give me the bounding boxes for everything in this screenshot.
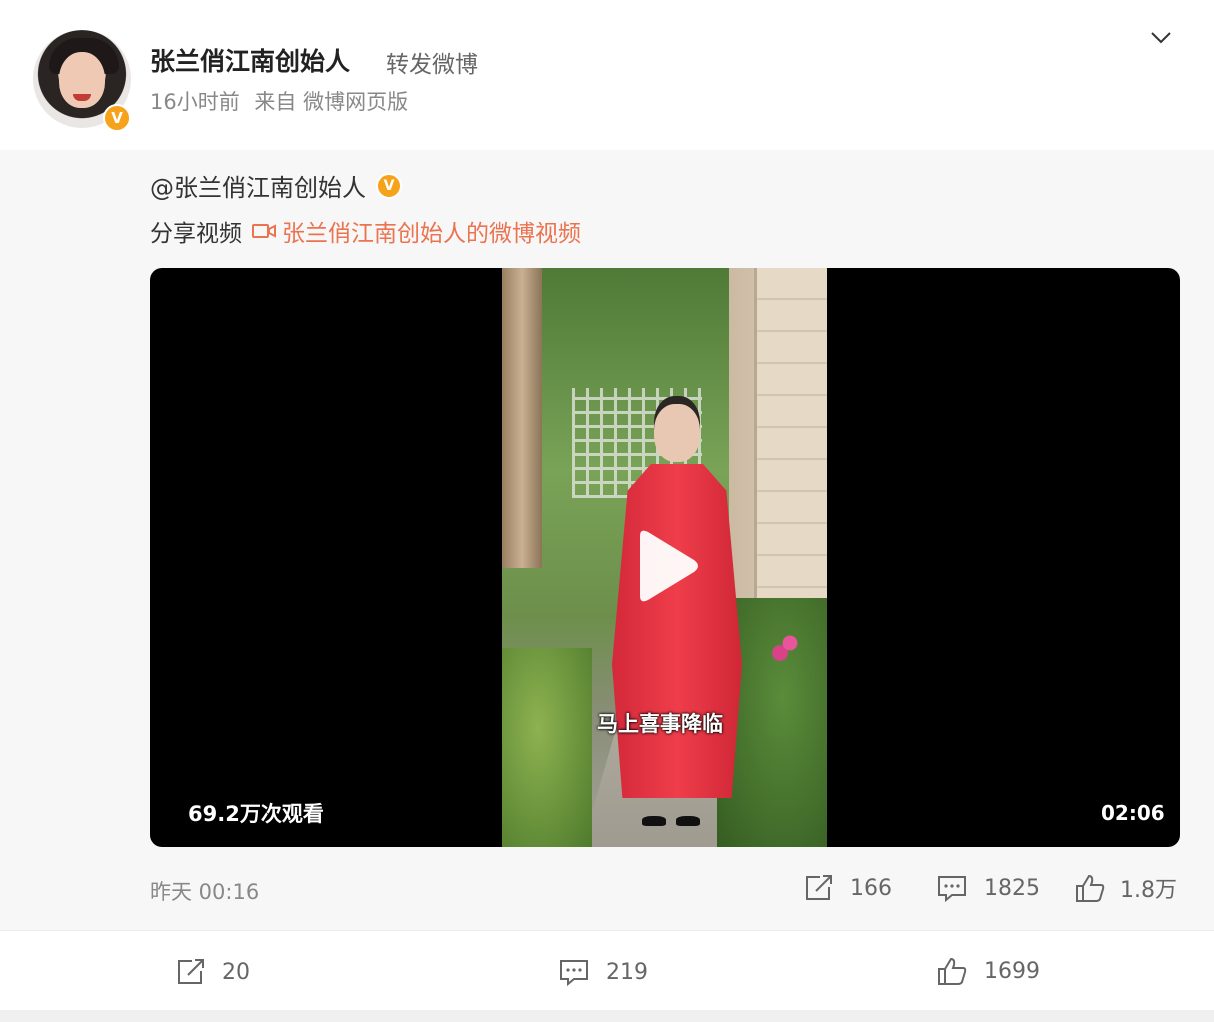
comment-icon: [560, 960, 588, 986]
original-comment-stat[interactable]: 1825: [936, 874, 1040, 902]
original-repost-count: 166: [850, 875, 892, 901]
repost-count: 20: [222, 959, 250, 985]
video-icon: [252, 224, 276, 238]
author-name[interactable]: 张兰俏江南创始人: [150, 42, 350, 78]
video-subtitle: 马上喜事降临: [597, 712, 723, 736]
like-icon: [938, 957, 967, 985]
like-icon: [1076, 874, 1105, 902]
post-source: 来自 微博网页版: [254, 90, 409, 114]
post-time[interactable]: 16小时前: [150, 90, 240, 114]
repost-icon: [178, 959, 204, 984]
video-link[interactable]: 张兰俏江南创始人的微博视频: [252, 214, 581, 248]
original-time[interactable]: 昨天 00:16: [150, 876, 259, 906]
video-player[interactable]: [150, 268, 1180, 847]
repost-label: 转发微博: [386, 52, 478, 78]
comment-button[interactable]: 219: [558, 958, 648, 986]
repost-button[interactable]: 20: [176, 958, 250, 986]
repost-icon: [806, 875, 832, 900]
original-text: 分享视频 张兰俏江南创始人的微博视频: [150, 214, 581, 248]
share-video-text: 分享视频: [150, 221, 242, 247]
comment-icon: [938, 876, 966, 902]
video-link-label: 张兰俏江南创始人的微博视频: [282, 221, 581, 247]
original-like-stat[interactable]: 1.8万: [1074, 872, 1177, 904]
original-author-link[interactable]: @张兰俏江南创始人: [150, 168, 366, 203]
post-meta: 16小时前 来自 微博网页版: [150, 86, 408, 116]
like-count: 1699: [984, 958, 1040, 984]
original-like-count: 1.8万: [1120, 878, 1177, 903]
post-header: V 张兰俏江南创始人 转发微博 16小时前 来自 微博网页版: [0, 0, 1214, 150]
like-button[interactable]: 1699: [936, 956, 1040, 986]
original-repost-stat[interactable]: 166: [804, 874, 892, 902]
verified-badge-icon: V: [103, 104, 131, 132]
view-count: 69.2万次观看: [188, 802, 324, 826]
video-duration: 02:06: [1101, 801, 1165, 825]
verified-badge-icon: V: [376, 172, 402, 199]
original-comment-count: 1825: [984, 875, 1040, 901]
chevron-down-icon[interactable]: [1150, 30, 1172, 46]
bottom-divider: [0, 1010, 1214, 1022]
comment-count: 219: [606, 959, 648, 985]
original-author: @张兰俏江南创始人 V: [150, 168, 402, 203]
